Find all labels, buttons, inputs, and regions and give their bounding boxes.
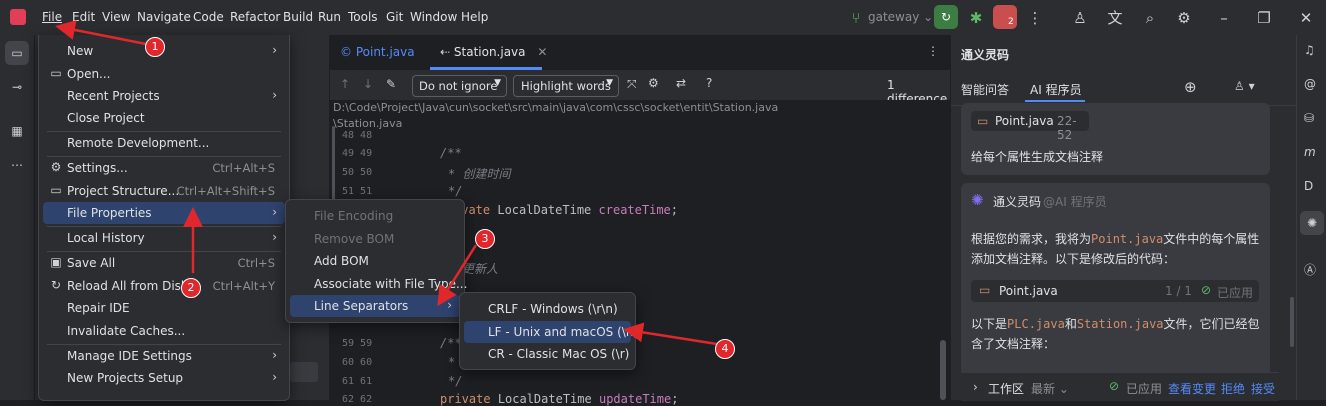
annotation-badge-3: 3 xyxy=(475,229,495,249)
annotation-arrows xyxy=(55,20,718,346)
annotation-arrow-4 xyxy=(623,322,718,346)
annotation-badge-1: 1 xyxy=(145,37,165,57)
annotation-arrow-3 xyxy=(437,244,478,307)
annotation-badge-2: 2 xyxy=(181,278,201,298)
annotation-arrow-1 xyxy=(55,20,147,46)
annotation-badge-4: 4 xyxy=(715,339,735,359)
